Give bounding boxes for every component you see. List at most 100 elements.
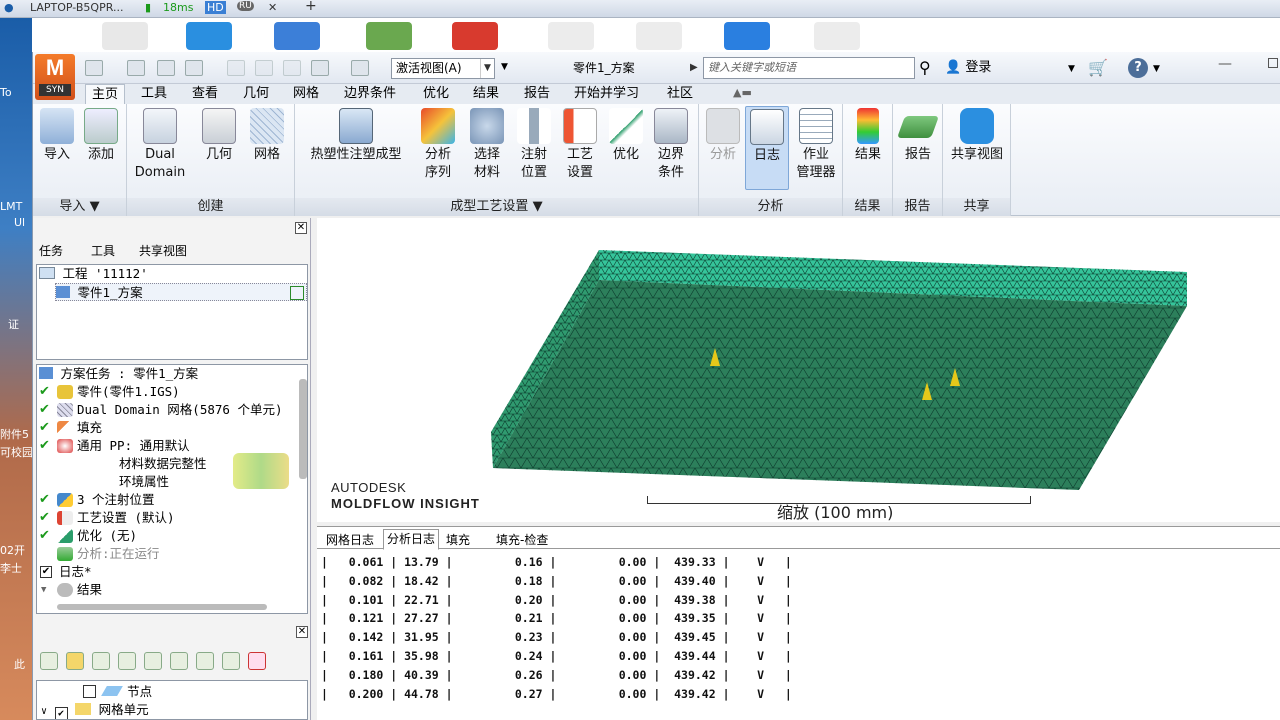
file-icon[interactable] <box>814 22 860 50</box>
task-optimize[interactable]: ✔ 优化 (无) <box>37 527 297 545</box>
project-node[interactable]: 工程 '11112' <box>39 265 148 283</box>
clean-layer-icon[interactable] <box>222 652 240 670</box>
import-icon[interactable] <box>157 60 175 76</box>
tab-report[interactable]: 报告 <box>518 84 556 104</box>
tab-tasks[interactable]: 任务 <box>39 242 63 259</box>
task-results[interactable]: ▼ 结果 <box>37 581 297 599</box>
chevron-down-icon[interactable]: ▼ <box>1153 64 1160 74</box>
search-input[interactable]: 键入关键字或短语 <box>703 57 915 79</box>
mesh-button[interactable]: 网格 <box>245 106 289 164</box>
optimize-button[interactable]: 优化 <box>607 106 645 164</box>
tab-optimize[interactable]: 优化 <box>417 84 455 104</box>
share-view-button[interactable]: 共享视图 <box>947 106 1007 164</box>
close-icon[interactable]: ✕ <box>268 1 277 14</box>
game-icon[interactable] <box>366 22 412 50</box>
tab-learn[interactable]: 开始并学习 <box>568 84 645 104</box>
new-layer-icon[interactable] <box>40 652 58 670</box>
study-node[interactable]: 零件1_方案 <box>55 283 307 301</box>
expand-icon[interactable]: ∨ <box>41 706 47 717</box>
tab-fill[interactable]: 填充 <box>443 531 473 548</box>
tab-mesh-log[interactable]: 网格日志 <box>323 531 377 548</box>
delete-layer-icon[interactable] <box>144 652 162 670</box>
close-icon[interactable]: ✕ <box>295 222 307 234</box>
log-button[interactable]: 日志 <box>745 106 789 190</box>
open-icon[interactable] <box>127 60 145 76</box>
thermoplastic-injection-button[interactable]: 热塑性注塑成型 <box>301 106 411 164</box>
layers-icon[interactable] <box>351 60 369 76</box>
dual-domain-button[interactable]: Dual Domain <box>133 106 187 182</box>
repeat-icon[interactable] <box>283 60 301 76</box>
login-button[interactable]: 👤 登录 <box>945 58 991 78</box>
task-material-data[interactable]: 材料数据完整性 <box>37 455 207 473</box>
task-process[interactable]: ✔ 工艺设置 (默认) <box>37 509 297 527</box>
layer-elements[interactable]: ∨ ✔ 网格单元 <box>41 701 149 719</box>
report-button[interactable]: 报告 <box>896 106 940 164</box>
remove-layer-icon[interactable] <box>248 652 266 670</box>
task-mesh[interactable]: ✔ Dual Domain 网格(5876 个单元) <box>37 401 297 419</box>
tab-tools[interactable]: 工具 <box>135 84 173 104</box>
assign-layer-icon[interactable] <box>196 652 214 670</box>
chat-icon[interactable] <box>724 22 770 50</box>
file-icon[interactable] <box>548 22 594 50</box>
ribbon-minimize-icon[interactable]: ▲▬ <box>733 86 752 99</box>
tab-community[interactable]: 社区 <box>661 84 699 104</box>
analyze-button[interactable]: 分析 <box>705 106 741 164</box>
help-button[interactable]: ? <box>1128 58 1148 78</box>
activate-layer-icon[interactable] <box>92 652 110 670</box>
ru-badge[interactable]: RU <box>237 1 254 11</box>
new-tab-icon[interactable]: + <box>305 0 317 14</box>
expand-icon[interactable]: ▼ <box>41 581 46 599</box>
hd-badge[interactable]: HD <box>205 1 226 14</box>
injection-location-button[interactable]: 注射 位置 <box>515 106 553 182</box>
minimize-icon[interactable]: — <box>1218 56 1232 72</box>
task-environment[interactable]: 环境属性 <box>37 473 187 491</box>
tab-shared-views[interactable]: 共享视图 <box>139 242 187 259</box>
tab-geometry[interactable]: 几何 <box>237 84 275 104</box>
cart-icon[interactable]: 🛒 <box>1088 58 1108 77</box>
select-material-button[interactable]: 选择 材料 <box>467 106 507 182</box>
tab-mesh[interactable]: 网格 <box>287 84 325 104</box>
group-label[interactable]: 成型工艺设置 ▼ <box>295 198 698 216</box>
task-injection[interactable]: ✔ 3 个注射位置 <box>37 491 297 509</box>
expand-layer-icon[interactable] <box>170 652 188 670</box>
layer-checkbox[interactable]: ✔ <box>54 707 68 719</box>
task-fill[interactable]: ✔ 填充 <box>37 419 297 437</box>
tab-fill-check[interactable]: 填充-检查 <box>493 531 551 548</box>
log-checkbox[interactable]: ✔ <box>40 566 52 578</box>
boundary-conditions-button[interactable]: 边界 条件 <box>651 106 691 182</box>
results-button[interactable]: 结果 <box>847 106 889 164</box>
redo-icon[interactable] <box>255 60 273 76</box>
search-expand-icon[interactable]: ▶ <box>690 62 698 73</box>
group-label[interactable]: 导入 ▼ <box>33 198 126 216</box>
maximize-icon[interactable] <box>1268 58 1278 68</box>
close-icon[interactable]: ✕ <box>296 626 308 638</box>
tab-boundary[interactable]: 边界条件 <box>338 84 402 104</box>
analysis-sequence-button[interactable]: 分析 序列 <box>419 106 457 182</box>
import-button[interactable]: 导入 <box>37 106 77 164</box>
tab-home[interactable]: 主页 <box>85 84 126 104</box>
model-viewport[interactable]: AUTODESK MOLDFLOW INSIGHT 缩放 (100 mm) <box>317 218 1280 522</box>
task-log[interactable]: ✔ 日志* <box>37 563 297 581</box>
undo-icon[interactable] <box>227 60 245 76</box>
chevron-down-icon[interactable]: ▼ <box>1068 64 1075 74</box>
active-view-combo[interactable]: 激活视图(A) ▼ <box>391 58 495 79</box>
geometry-button[interactable]: 几何 <box>197 106 241 164</box>
tab-results[interactable]: 结果 <box>467 84 505 104</box>
job-manager-button[interactable]: 作业 管理器 <box>793 106 839 182</box>
vertical-scrollbar[interactable] <box>299 379 307 479</box>
save-icon[interactable] <box>185 60 203 76</box>
binoculars-icon[interactable]: ⚲ <box>919 58 931 77</box>
tab-tools[interactable]: 工具 <box>91 242 115 259</box>
tab-analysis-log[interactable]: 分析日志 <box>383 529 440 550</box>
folder-icon[interactable] <box>66 652 84 670</box>
task-part[interactable]: ✔ 零件(零件1.IGS) <box>37 383 297 401</box>
app-icon[interactable] <box>452 22 498 50</box>
application-menu-button[interactable]: M SYN <box>35 54 75 100</box>
qat-customize-icon[interactable]: ▼ <box>501 62 508 72</box>
layer-checkbox[interactable] <box>83 685 96 698</box>
print-icon[interactable] <box>311 60 329 76</box>
process-settings-button[interactable]: 工艺 设置 <box>561 106 599 182</box>
horizontal-scrollbar[interactable] <box>57 604 267 610</box>
new-project-icon[interactable] <box>85 60 103 76</box>
tab-view[interactable]: 查看 <box>186 84 224 104</box>
